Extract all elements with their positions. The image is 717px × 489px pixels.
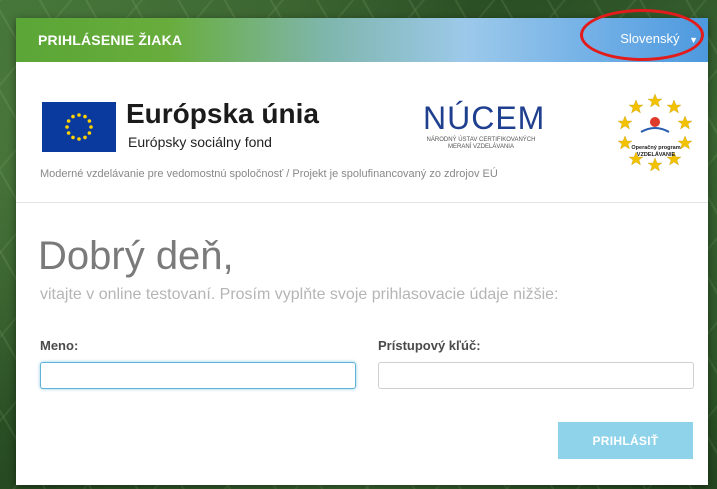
welcome-text: vitajte v online testovaní. Prosím vyplň…	[40, 286, 559, 303]
name-input[interactable]	[40, 362, 356, 389]
op-subtitle: Operačný program VZDELÁVANIE	[631, 145, 681, 158]
nucem-subtitle: NÁRODNÝ ÚSTAV CERTIFIKOVANÝCH MERANÍ VZD…	[426, 137, 536, 150]
access-key-label: Prístupový kľúč:	[378, 338, 481, 353]
login-button[interactable]: PRIHLÁSIŤ	[558, 422, 693, 459]
eu-subtitle: Európsky sociálny fond	[128, 134, 272, 150]
eu-stars-icon	[65, 113, 93, 141]
logo-strip: Európska únia Európsky sociálny fond NÚC…	[16, 62, 708, 172]
eu-title: Európska únia	[126, 98, 319, 129]
page-title: PRIHLÁSENIE ŽIAKA	[38, 32, 183, 48]
divider	[16, 202, 708, 203]
name-label: Meno:	[40, 338, 79, 353]
tagline: Moderné vzdelávanie pre vedomostnú spolo…	[40, 168, 498, 180]
greeting-heading: Dobrý deň,	[38, 234, 234, 278]
highlight-annotation	[580, 9, 704, 61]
login-card: PRIHLÁSENIE ŽIAKA Slovenský ▼ Európska ú…	[16, 18, 708, 485]
eu-flag-logo	[42, 102, 116, 152]
access-key-input[interactable]	[378, 362, 694, 389]
op-vzdelavanie-logo	[617, 93, 693, 172]
nucem-logo: NÚCEM	[423, 100, 546, 136]
